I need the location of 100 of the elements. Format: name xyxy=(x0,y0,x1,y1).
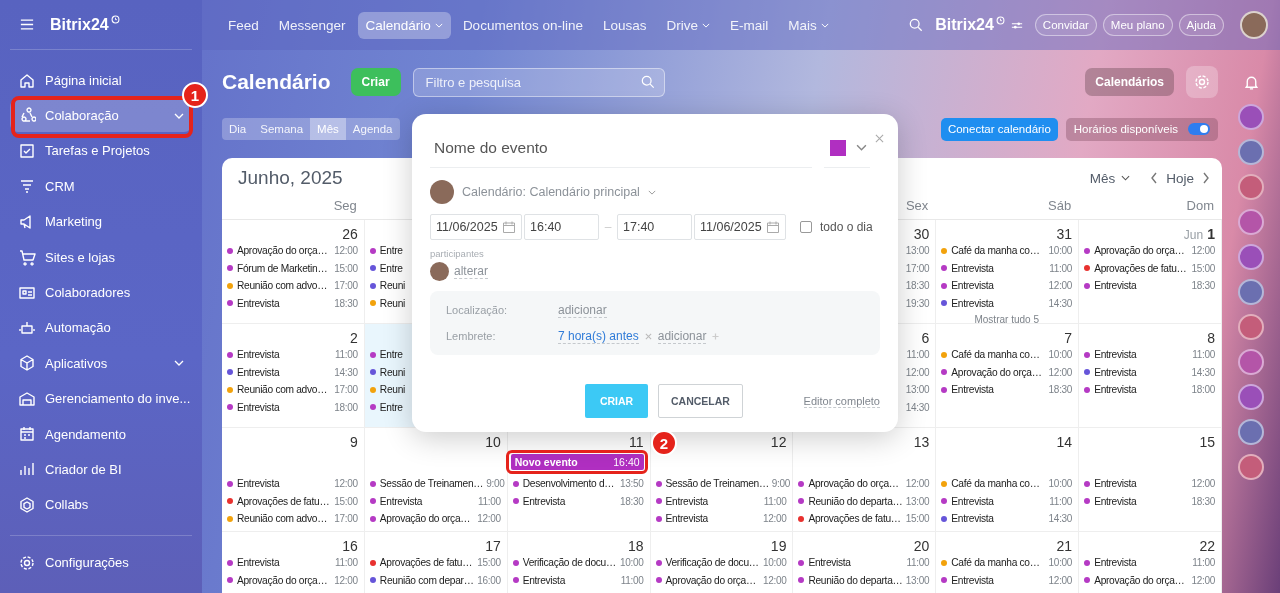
day-cell[interactable]: 13 Aprovação do orça… 12:00 Reunião do departa… 13:00 Aprovações de fatu… 15:00 xyxy=(793,428,937,532)
event-title[interactable]: Reuni xyxy=(379,297,405,309)
bell-icon[interactable] xyxy=(1242,74,1260,91)
day-cell[interactable]: 9 Entrevista 12:00 Aprovações de fatu… 15:00 Reunião com advo… 17:00 xyxy=(222,428,365,532)
event-title[interactable]: Entrevista xyxy=(1094,495,1137,507)
app-icon[interactable] xyxy=(1238,384,1264,410)
event-title[interactable]: Reuni xyxy=(379,366,405,378)
previous-icon[interactable] xyxy=(1150,172,1159,184)
event-title[interactable]: Entrevista xyxy=(951,280,994,292)
event-title[interactable]: Aprovação do orça… xyxy=(237,574,328,586)
event-title[interactable]: Entrevista xyxy=(522,495,565,507)
event-title[interactable]: Entrevista xyxy=(1094,349,1137,361)
day-cell[interactable]: 2 Entrevista 11:00 Entrevista 14:30 Reunião com advo… 17:00 Entrevista 18:00 xyxy=(222,324,365,428)
event-title[interactable]: Reunião do departa… xyxy=(808,574,903,586)
end-time-field[interactable]: 17:40 xyxy=(617,214,692,240)
event-title[interactable]: Entrevista xyxy=(237,401,280,413)
event-title[interactable]: Entre xyxy=(379,401,403,413)
start-time-field[interactable]: 16:40 xyxy=(524,214,599,240)
event-title[interactable]: Aprovação do orça… xyxy=(379,513,471,525)
reminder-link[interactable]: 7 hora(s) antes xyxy=(558,328,639,344)
sidebar-item[interactable]: Aplicativos xyxy=(10,347,192,380)
day-cell[interactable]: 7 Café da manha co… 10:00 Aprovação do orça… 12:00 Entrevista 18:30 xyxy=(936,324,1080,428)
search-icon[interactable] xyxy=(909,18,924,32)
event-title[interactable]: Café da manha co… xyxy=(951,557,1040,569)
sidebar-item[interactable]: Agendamento xyxy=(10,417,192,451)
event-title[interactable]: Entrevista xyxy=(665,513,708,525)
event-title[interactable]: Entrevista xyxy=(808,557,851,569)
app-icon[interactable] xyxy=(1238,314,1264,340)
app-icon[interactable] xyxy=(1238,174,1264,200)
nav-tab[interactable]: Feed xyxy=(220,11,267,39)
event-title[interactable]: Entrevista xyxy=(1094,478,1137,490)
event-title[interactable]: Entrevista xyxy=(237,366,280,378)
app-icon[interactable] xyxy=(1238,139,1264,165)
sidebar-item[interactable]: Automação xyxy=(10,311,192,345)
app-icon[interactable] xyxy=(1238,209,1264,235)
event-title[interactable]: Entrevista xyxy=(522,574,565,586)
event-title[interactable]: Aprovação do orça… xyxy=(808,478,899,490)
event-title[interactable]: Entrevista xyxy=(951,513,994,525)
sidebar-item[interactable]: Criador de BI xyxy=(10,453,192,486)
event-title[interactable]: Reuni xyxy=(379,384,405,396)
event-title[interactable]: Entrevista xyxy=(1094,384,1137,396)
day-cell[interactable]: Jun 1 Aprovação do orça… 12:00 Aprovações de fatu… 15:00 Entrevista 18:30 xyxy=(1079,220,1222,324)
event-title[interactable]: Entrevista xyxy=(379,495,423,507)
calendar-icon[interactable] xyxy=(502,220,516,234)
event-title[interactable]: Aprovações de fatu… xyxy=(379,557,473,569)
app-icon[interactable] xyxy=(1238,454,1264,480)
event-title[interactable]: Sessão de Treinamen… xyxy=(379,478,484,490)
event-title[interactable]: Entrevista xyxy=(237,478,280,490)
new-event-bar[interactable]: Novo evento 16:40 xyxy=(510,454,644,470)
sidebar-item[interactable]: Colaboradores xyxy=(10,276,192,309)
next-icon[interactable] xyxy=(1202,172,1210,184)
calendar-icon[interactable] xyxy=(766,220,780,234)
event-title[interactable]: Aprovação do orça… xyxy=(665,574,756,586)
event-title[interactable]: Entre xyxy=(379,349,403,361)
event-title[interactable]: Entrevista xyxy=(951,495,994,507)
today-button[interactable]: Hoje xyxy=(1164,170,1196,186)
event-title[interactable]: Aprovações de fatu… xyxy=(237,495,330,507)
event-title[interactable]: Aprovação do orça… xyxy=(237,245,328,257)
event-title[interactable]: Aprovações de fatu… xyxy=(808,513,901,525)
day-cell[interactable]: 14 Café da manha co… 10:00 Entrevista 11:00 Entrevista 14:30 xyxy=(936,428,1080,532)
event-title[interactable]: Reunião do departa… xyxy=(808,495,903,507)
event-title[interactable]: Entrevista xyxy=(951,297,994,309)
caret-icon[interactable] xyxy=(647,189,656,195)
menu-icon[interactable] xyxy=(20,19,34,30)
sliders-icon[interactable] xyxy=(1010,20,1023,30)
app-icon[interactable] xyxy=(1238,419,1264,445)
event-title[interactable]: Café da manha co… xyxy=(951,245,1040,257)
app-icon[interactable] xyxy=(1238,244,1264,270)
nav-tab[interactable]: Messenger xyxy=(270,11,354,39)
day-cell[interactable]: 15 Entrevista 12:00 Entrevista 18:30 xyxy=(1079,428,1222,532)
end-date-field[interactable]: 11/06/2025 xyxy=(694,214,786,240)
event-title[interactable]: Aprovação do orça… xyxy=(1094,245,1185,257)
settings-item[interactable]: Configurações xyxy=(10,535,192,581)
sidebar-item[interactable]: Sites e lojas xyxy=(10,240,192,274)
checkbox[interactable] xyxy=(800,221,812,233)
day-cell[interactable]: 26 Aprovação do orça… 12:00 Fórum de Marketin… 15:00 Reunião com advo… 17:00 Entrevista 18:30 xyxy=(222,220,365,324)
app-icon[interactable] xyxy=(1238,104,1264,130)
remove-icon[interactable] xyxy=(644,332,652,340)
event-title[interactable]: Entre xyxy=(379,245,403,257)
event-title[interactable]: Entre xyxy=(379,262,403,274)
search-field[interactable]: Filtro e pesquisa xyxy=(412,67,665,97)
sidebar-item[interactable]: Gerenciamento do inve... xyxy=(10,382,192,415)
event-title[interactable]: Café da manha co… xyxy=(951,349,1040,361)
full-editor-link[interactable]: Editor completo xyxy=(803,394,880,408)
logo[interactable]: Bitrix24 xyxy=(50,15,109,34)
app-icon[interactable] xyxy=(1238,349,1264,375)
event-title[interactable]: Entrevista xyxy=(951,574,994,586)
event-title[interactable]: Entrevista xyxy=(951,384,994,396)
nav-tab[interactable]: Documentos on-line xyxy=(454,11,591,39)
event-title[interactable]: Entrevista xyxy=(1094,366,1137,378)
event-title[interactable]: Entrevista xyxy=(237,297,280,309)
sidebar-item[interactable]: Marketing xyxy=(10,205,192,238)
event-title[interactable]: Entrevista xyxy=(665,495,708,507)
all-day-label[interactable]: todo o dia xyxy=(820,220,873,234)
event-title[interactable]: Entrevista xyxy=(951,262,994,274)
event-title[interactable]: Entrevista xyxy=(237,557,280,569)
event-title[interactable]: Entrevista xyxy=(237,349,280,361)
event-title[interactable]: Fórum de Marketin… xyxy=(237,262,328,274)
event-title[interactable]: Reuni xyxy=(379,280,405,292)
event-title[interactable]: Reunião com advo… xyxy=(237,384,328,396)
